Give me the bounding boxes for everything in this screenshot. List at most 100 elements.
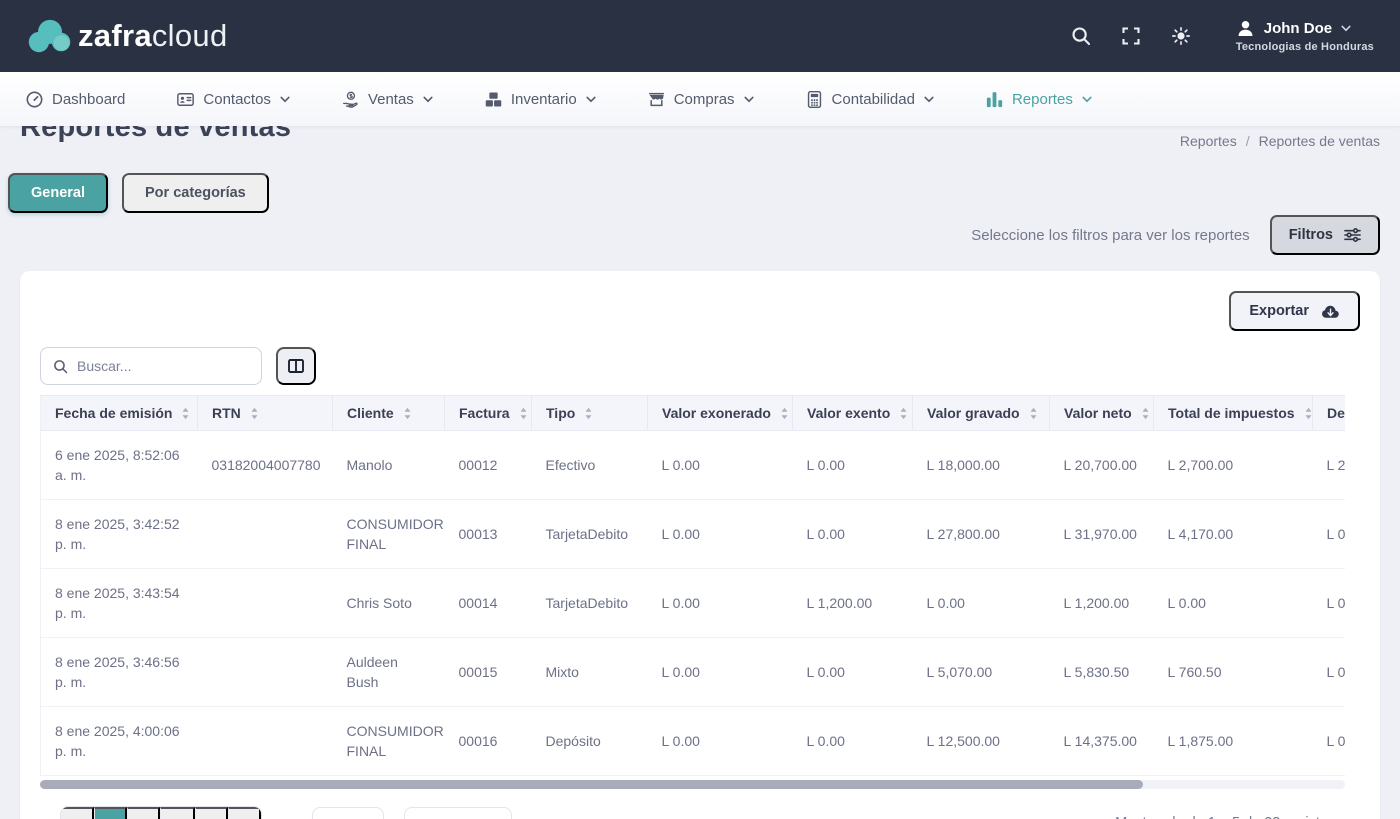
column-header-label: Factura (459, 405, 510, 421)
column-header[interactable]: Fecha de emisión (41, 396, 198, 431)
table-row[interactable]: 8 ene 2025, 3:46:56 p. m.Auldeen Bush000… (41, 638, 1346, 707)
records-summary: Mostrando de 1 a 5 de 23 registros (1115, 806, 1340, 819)
table-cell: L 18,000.00 (913, 431, 1050, 500)
table-cell: L 5,830.50 (1050, 638, 1154, 707)
column-header[interactable]: Descuentos (1313, 396, 1346, 431)
table-row[interactable]: 8 ene 2025, 3:43:54 p. m. Chris Soto00014… (41, 569, 1346, 638)
table-cell: L 0.00 (648, 707, 793, 776)
column-header[interactable]: Valor gravado (913, 396, 1050, 431)
table-cell: Depósito (532, 707, 648, 776)
column-header[interactable]: Factura (445, 396, 532, 431)
column-header[interactable]: RTN (198, 396, 333, 431)
table-cell: 8 ene 2025, 3:43:54 p. m. (41, 569, 198, 638)
column-header[interactable]: Tipo (532, 396, 648, 431)
column-header-label: Cliente (347, 405, 394, 421)
column-header[interactable]: Total de impuestos (1154, 396, 1313, 431)
column-header-label: Fecha de emisión (55, 405, 172, 421)
nav-item-label: Ventas (368, 91, 414, 108)
table-row[interactable]: 8 ene 2025, 3:42:52 p. m.CONSUMIDOR FINA… (41, 500, 1346, 569)
report-card: Exportar Fecha de emisión RTN Cliente Factu… (20, 271, 1380, 819)
nav-item-contabilidad[interactable]: Contabilidad (806, 91, 934, 108)
next-page-button[interactable] (228, 807, 261, 819)
table-row[interactable]: 6 ene 2025, 8:52:06 a. m.03182004007780M… (41, 431, 1346, 500)
search-input[interactable] (77, 358, 258, 374)
chevron-down-icon (924, 96, 934, 103)
table-body: 6 ene 2025, 8:52:06 a. m.03182004007780M… (41, 431, 1346, 776)
nav-item-reportes[interactable]: Reportes (986, 91, 1092, 108)
user-menu[interactable]: John Doe Tecnologias de Honduras (1236, 19, 1374, 53)
table-cell: 00012 (445, 431, 532, 500)
tab-general[interactable]: General (8, 173, 108, 213)
table-cell: L 0.00 (1154, 569, 1313, 638)
page-size-select[interactable]: Mostrar 5 (404, 807, 512, 819)
table-cell: L 0.00 (793, 431, 913, 500)
table-cell: Auldeen Bush (333, 638, 445, 707)
table-cell (198, 638, 333, 707)
table-cell: L 12,500.00 (913, 707, 1050, 776)
nav-item-contactos[interactable]: Contactos (177, 91, 290, 108)
tab-por-categorías[interactable]: Por categorías (122, 173, 269, 213)
nav-item-dashboard[interactable]: Dashboard (26, 91, 125, 108)
table-cell: L 0.00 (648, 638, 793, 707)
user-organization: Tecnologias de Honduras (1236, 41, 1374, 53)
breadcrumb-item[interactable]: Reportes (1180, 133, 1237, 149)
filters-button[interactable]: Filtros (1270, 215, 1380, 255)
reports-icon (986, 91, 1003, 108)
contacts-icon (177, 91, 194, 108)
table-cell: TarjetaDebito (532, 569, 648, 638)
sort-icon (780, 407, 789, 420)
horizontal-scrollbar[interactable] (40, 780, 1345, 789)
header-actions: John Doe Tecnologias de Honduras (1056, 16, 1374, 56)
table-row[interactable]: 8 ene 2025, 4:00:06 p. m.CONSUMIDOR FINA… (41, 707, 1346, 776)
scrollbar-thumb[interactable] (40, 780, 1143, 789)
column-settings-button[interactable] (276, 347, 316, 385)
search-icon[interactable] (1056, 16, 1106, 56)
dashboard-icon (26, 91, 43, 108)
export-button-label: Exportar (1249, 303, 1309, 319)
column-header[interactable]: Cliente (333, 396, 445, 431)
chevron-down-icon (586, 96, 596, 103)
table-cell: 8 ene 2025, 3:46:56 p. m. (41, 638, 198, 707)
table-cell: 00014 (445, 569, 532, 638)
sort-icon (899, 407, 908, 420)
column-header[interactable]: Valor neto (1050, 396, 1154, 431)
theme-toggle-icon[interactable] (1156, 16, 1206, 56)
purchases-icon (648, 91, 665, 108)
sales-icon (342, 91, 359, 108)
sort-icon (1029, 407, 1038, 420)
sort-icon (250, 407, 259, 420)
nav-item-label: Contactos (203, 91, 271, 108)
nav-item-ventas[interactable]: Ventas (342, 91, 433, 108)
accounting-icon (806, 91, 823, 108)
sort-icon (584, 407, 593, 420)
table-cell: Chris Soto (333, 569, 445, 638)
column-header[interactable]: Valor exonerado (648, 396, 793, 431)
page-button-2[interactable]: 2 (127, 807, 160, 819)
prev-page-button[interactable] (61, 807, 94, 819)
nav-item-label: Contabilidad (832, 91, 915, 108)
page-ellipsis[interactable]: ... (160, 807, 195, 819)
breadcrumb-item[interactable]: Reportes de ventas (1259, 133, 1380, 149)
nav-item-compras[interactable]: Compras (648, 91, 754, 108)
cloud-logo-icon (26, 18, 74, 55)
page-button-5[interactable]: 5 (195, 807, 228, 819)
table-cell: L 0.00 (1313, 638, 1346, 707)
fullscreen-icon[interactable] (1106, 16, 1156, 56)
nav-item-inventario[interactable]: Inventario (485, 91, 596, 108)
sort-icon (1304, 407, 1313, 420)
export-button[interactable]: Exportar (1229, 291, 1360, 331)
sliders-icon (1344, 228, 1361, 242)
page-button-1[interactable]: 1 (94, 807, 127, 819)
sort-icon (519, 407, 528, 420)
table-cell (198, 707, 333, 776)
app-logo[interactable]: zafracloud (26, 18, 227, 55)
sort-icon (403, 407, 412, 420)
main-nav: Dashboard Contactos Ventas Inventario Compra… (0, 72, 1400, 126)
table-cell: L 2,700.00 (1154, 431, 1313, 500)
nav-item-label: Inventario (511, 91, 577, 108)
table-cell: L 760.50 (1154, 638, 1313, 707)
table-cell: L 27,800.00 (913, 500, 1050, 569)
goto-page-input[interactable] (312, 807, 384, 819)
column-header[interactable]: Valor exento (793, 396, 913, 431)
inventory-icon (485, 91, 502, 108)
